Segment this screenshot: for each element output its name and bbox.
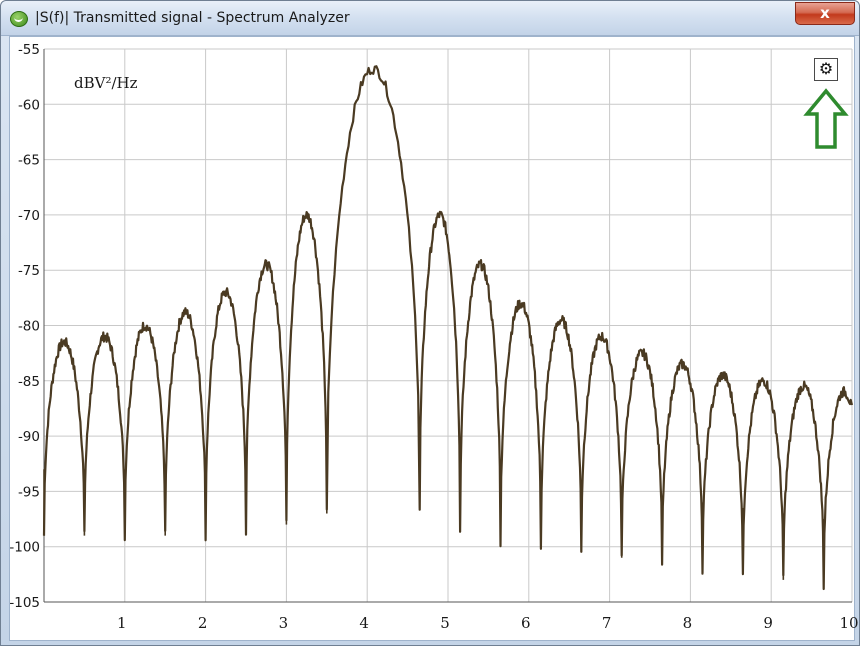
y-tick-label: -55 bbox=[18, 42, 40, 58]
y-tick-label: -80 bbox=[18, 319, 40, 335]
y-tick-labels: -55 -60 -65 -70 -75 -80 -85 -90 -95 -100 -105 bbox=[9, 42, 40, 611]
x-tick-label: 1 bbox=[117, 614, 127, 632]
gear-icon: ⚙ bbox=[818, 59, 834, 78]
x-tick-label: 5 bbox=[440, 614, 450, 632]
x-tick-labels: 1 2 3 4 5 6 7 8 9 10 bbox=[117, 614, 859, 632]
x-tick-label: 2 bbox=[198, 614, 208, 632]
y-tick-label: -90 bbox=[18, 429, 40, 445]
x-tick-label: 3 bbox=[279, 614, 289, 632]
y-tick-label: -85 bbox=[18, 374, 40, 390]
spectrum-chart: -55 -60 -65 -70 -75 -80 -85 -90 -95 -100 -105 1 2 3 4… bbox=[9, 42, 859, 632]
x-tick-label: 9 bbox=[763, 614, 773, 632]
x-tick-label: 4 bbox=[359, 614, 369, 632]
x-tick-label: 8 bbox=[683, 614, 693, 632]
y-tick-label: -65 bbox=[18, 153, 40, 169]
y-tick-label: -75 bbox=[18, 263, 40, 279]
y-tick-label: -95 bbox=[18, 484, 40, 500]
x-tick-label: 10 bbox=[839, 614, 858, 632]
y-tick-label: -70 bbox=[18, 208, 40, 224]
x-tick-label: 7 bbox=[602, 614, 612, 632]
unit-label: dBV²/Hz bbox=[74, 74, 138, 92]
spectrum-analyzer-window: |S(f)| Transmitted signal - Spectrum Ana… bbox=[0, 0, 860, 646]
settings-button[interactable]: ⚙ bbox=[814, 58, 838, 81]
x-tick-label: 6 bbox=[521, 614, 531, 632]
y-tick-label: -105 bbox=[9, 595, 40, 611]
y-tick-label: -100 bbox=[9, 540, 40, 556]
up-arrow-icon bbox=[803, 88, 849, 149]
y-tick-label: -60 bbox=[18, 97, 40, 113]
